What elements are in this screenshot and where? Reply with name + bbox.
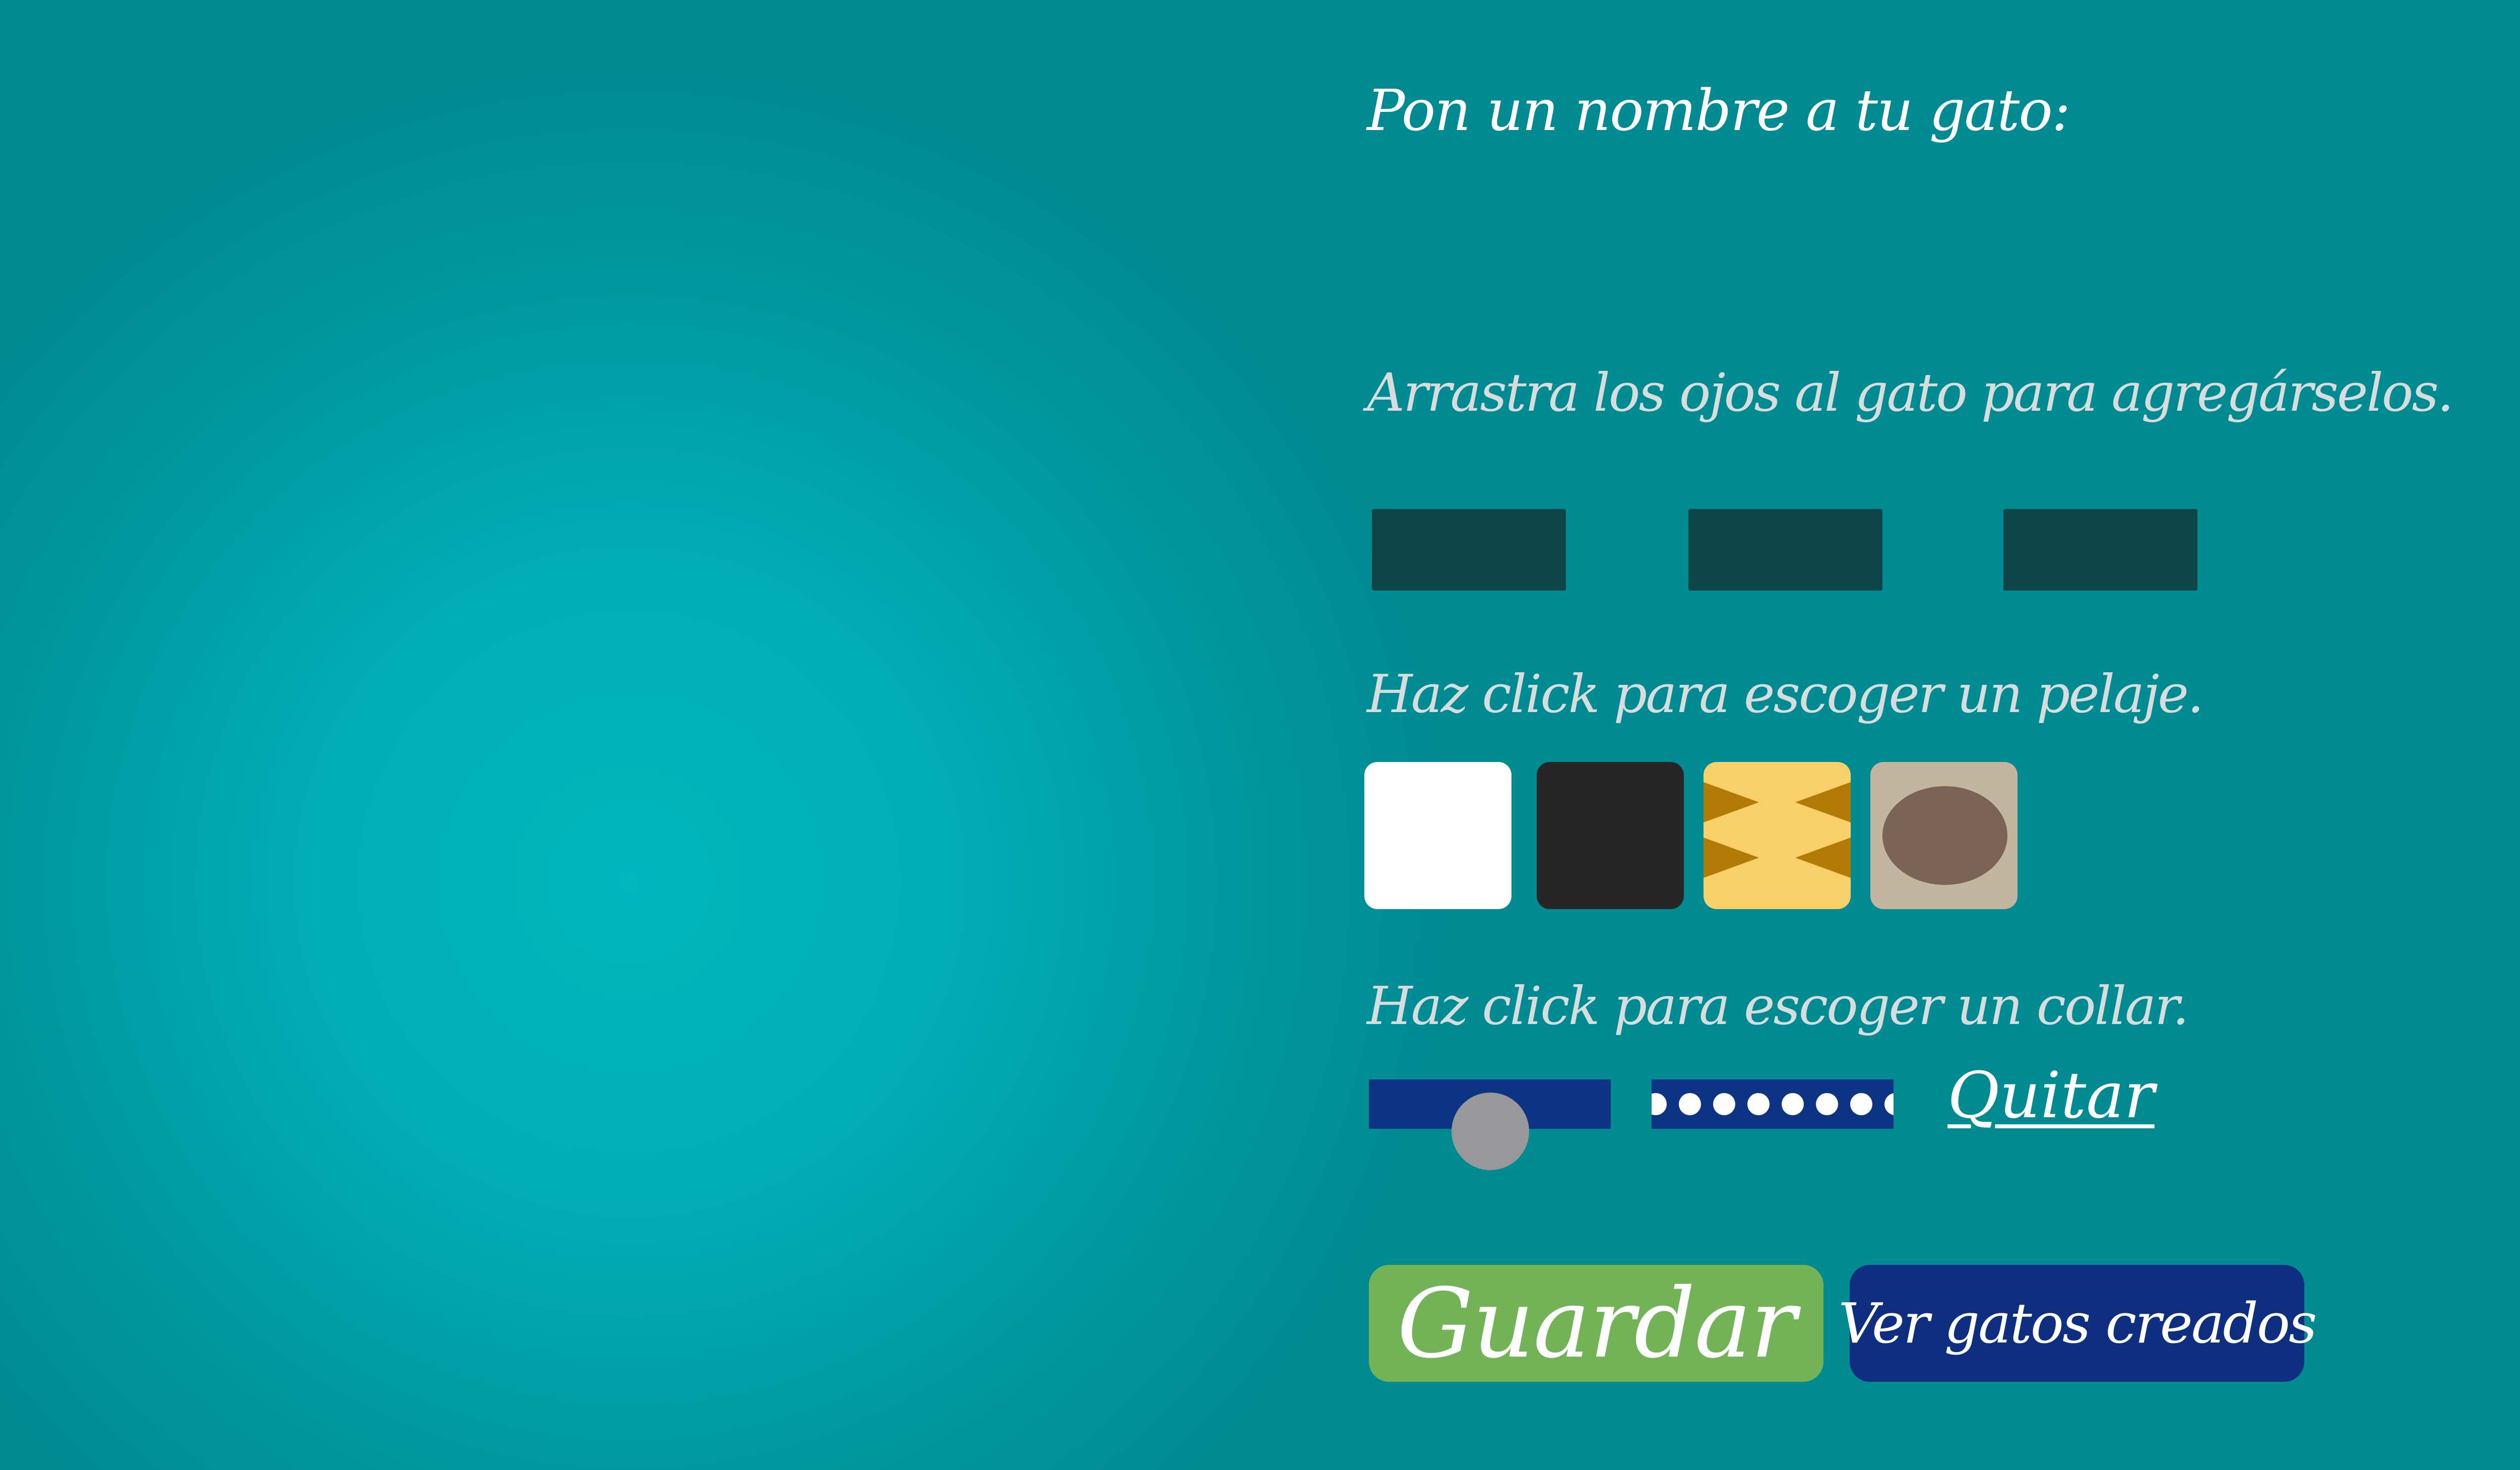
fur-instruction: Haz click para escoger un pelaje. xyxy=(1367,663,2204,725)
bell-icon xyxy=(1452,1093,1529,1170)
fur-option-black[interactable] xyxy=(1537,762,1684,909)
save-button[interactable]: Guardar xyxy=(1369,1265,1823,1382)
eye-option-slot-1[interactable] xyxy=(1372,509,1566,591)
eye-option-slot-2[interactable] xyxy=(1688,509,1882,591)
fur-option-spotted[interactable] xyxy=(1870,762,2018,909)
tiger-stripes-pattern xyxy=(1704,782,1851,878)
eyes-instruction: Arrastra los ojos al gato para agregárse… xyxy=(1367,362,2454,423)
remove-collar-link[interactable]: Quitar xyxy=(1947,1058,2155,1132)
customization-panel xyxy=(1361,0,2520,1470)
pearls-pattern xyxy=(1645,1093,1907,1115)
spot-pattern xyxy=(1882,786,2007,885)
fur-option-white[interactable] xyxy=(1364,762,1511,909)
cat-name-title: Pon un nombre a tu gato: xyxy=(1367,78,2070,144)
eye-option-slot-3[interactable] xyxy=(2003,509,2197,591)
collar-option-pearls[interactable] xyxy=(1645,1079,1907,1129)
collar-instruction: Haz click para escoger un collar. xyxy=(1367,975,2189,1037)
app-root: { "name_section": { "title": "Pon un nom… xyxy=(0,0,2520,1470)
cat-preview-area xyxy=(0,0,1361,1470)
fur-option-tiger[interactable] xyxy=(1704,762,1851,909)
view-created-cats-button[interactable]: Ver gatos creados xyxy=(1839,1265,2317,1382)
